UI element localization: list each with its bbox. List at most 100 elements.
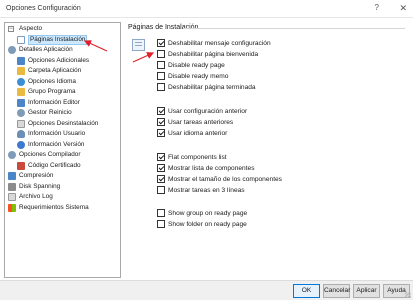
group-icon — [17, 88, 25, 97]
checkbox-label: Deshabilitar página terminada — [168, 83, 256, 91]
tree-item-disk-spanning[interactable]: Disk Spanning — [8, 182, 60, 192]
tree-item-label: Páginas Instalación — [28, 34, 88, 45]
tree-item-label: Detalles Aplicación — [19, 46, 73, 53]
tree-item-label: Requerimientos Sistema — [19, 203, 89, 211]
tree-item-carpeta-aplicacion[interactable]: Carpeta Aplicación — [17, 66, 81, 76]
tree-item-label: Información Versión — [28, 140, 85, 148]
tree-item-label: Opciones Adicionales — [28, 56, 90, 64]
checkbox-use-previous-language[interactable]: Usar idioma anterior — [157, 128, 227, 138]
checkbox-label: Show group on ready page — [168, 209, 248, 217]
checkbox-box[interactable] — [157, 153, 165, 161]
cancel-button[interactable]: Cancelar — [323, 284, 350, 298]
checkbox-show-components-list[interactable]: Mostrar lista de componentes — [157, 163, 255, 173]
checkbox-box[interactable] — [157, 107, 165, 115]
tree-item-codigo-certificado[interactable]: Código Certificado — [17, 161, 81, 171]
window-title: Opciones Configuración — [6, 5, 81, 12]
checkbox-box[interactable] — [157, 175, 165, 183]
tree-item-label: Disk Spanning — [19, 182, 61, 190]
tree-item-label: Archivo Log — [19, 193, 53, 200]
tree-item-label: Información Usuario — [28, 130, 86, 137]
checkbox-label: Show folder on ready page — [168, 220, 247, 228]
tree-item-paginas-instalacion[interactable]: Páginas Instalación — [17, 34, 88, 45]
checkbox-box[interactable] — [157, 83, 165, 91]
tree-item-detalles-aplicacion[interactable]: Detalles Aplicación — [8, 45, 73, 55]
tree-item-compresion[interactable]: Compresión — [8, 171, 53, 181]
tree-item-label: Gestor Reinicio — [28, 109, 72, 116]
gear-icon — [8, 46, 16, 55]
checkbox-disable-ready-page[interactable]: Disable ready page — [157, 60, 225, 70]
checkbox-box[interactable] — [157, 118, 165, 126]
checkbox-box[interactable] — [157, 61, 165, 69]
checkbox-label: Deshabilitar mensaje configuración — [168, 39, 271, 47]
checkbox-box[interactable] — [157, 72, 165, 80]
editor-icon — [17, 98, 25, 107]
checkbox-label: Usar tareas anteriores — [168, 118, 234, 126]
tree-item-label: Aspecto — [19, 25, 43, 32]
tree-item-label: Información Editor — [28, 98, 80, 106]
checkbox-box[interactable] — [157, 164, 165, 172]
checkbox-show-tasks-3-lines[interactable]: Mostrar tareas en 3 líneas — [157, 185, 245, 195]
tree-item-label: Opciones Idioma — [28, 77, 76, 85]
resize-grip[interactable] — [405, 292, 411, 298]
checkbox-disable-welcome-page[interactable]: Deshabilitar página bienvenida — [157, 49, 258, 59]
disk-icon — [8, 182, 16, 191]
log-icon — [8, 193, 16, 202]
tree-item-informacion-editor[interactable]: Información Editor — [17, 98, 80, 108]
tree-item-label: Grupo Programa — [28, 88, 76, 95]
certificate-icon — [17, 161, 25, 170]
restart-icon — [17, 109, 25, 118]
close-icon[interactable]: ✕ — [399, 3, 407, 14]
installer-pages-icon — [132, 39, 145, 51]
ok-button[interactable]: OK — [293, 284, 320, 298]
help-icon[interactable]: ? — [375, 3, 379, 12]
button-bar: OK Cancelar Aplicar Ayuda — [0, 280, 413, 300]
checkbox-box[interactable] — [157, 50, 165, 58]
tree-item-opciones-compilador[interactable]: Opciones Compilador — [8, 150, 80, 160]
checkbox-disable-ready-memo[interactable]: Disable ready memo — [157, 71, 228, 81]
tree-item-informacion-usuario[interactable]: Información Usuario — [17, 129, 85, 139]
checkbox-box[interactable] — [157, 220, 165, 228]
checkbox-disable-config-message[interactable]: Deshabilitar mensaje configuración — [157, 38, 271, 48]
checkbox-label: Flat components list — [168, 153, 227, 161]
tree-item-gestor-reinicio[interactable]: Gestor Reinicio — [17, 108, 72, 118]
checkbox-box[interactable] — [157, 129, 165, 137]
tree-item-grupo-programa[interactable]: Grupo Programa — [17, 87, 76, 97]
panel-divider — [183, 28, 405, 29]
checkbox-label: Mostrar el tamaño de los componentes — [168, 175, 282, 183]
folder-icon — [17, 67, 25, 76]
checkbox-flat-components-list[interactable]: Flat components list — [157, 152, 227, 162]
checkbox-label: Disable ready memo — [168, 72, 229, 80]
checkbox-use-previous-config[interactable]: Usar configuración anterior — [157, 106, 247, 116]
checkbox-box[interactable] — [157, 39, 165, 47]
checkbox-show-folder-ready-page[interactable]: Show folder on ready page — [157, 219, 247, 229]
page-icon — [17, 35, 25, 44]
windows-icon — [8, 203, 16, 212]
options-icon — [17, 56, 25, 65]
tree-item-label: Carpeta Aplicación — [28, 67, 82, 74]
checkbox-show-group-ready-page[interactable]: Show group on ready page — [157, 208, 247, 218]
tree-item-label: Compresión — [19, 172, 54, 179]
tree-item-opciones-idioma[interactable]: Opciones Idioma — [17, 77, 76, 87]
tree-item-requerimientos-sistema[interactable]: Requerimientos Sistema — [8, 203, 89, 213]
tree-item-label: Opciones Compilador — [19, 151, 81, 158]
checkbox-use-previous-tasks[interactable]: Usar tareas anteriores — [157, 117, 233, 127]
settings-tree[interactable]: − Aspecto Páginas Instalación Detalles A… — [4, 22, 121, 278]
tree-item-opciones-adicionales[interactable]: Opciones Adicionales — [17, 56, 89, 66]
checkbox-label: Deshabilitar página bienvenida — [168, 50, 259, 58]
checkbox-show-components-size[interactable]: Mostrar el tamaño de los componentes — [157, 174, 282, 184]
checkbox-label: Usar configuración anterior — [168, 107, 248, 115]
compression-icon — [8, 172, 16, 181]
checkbox-disable-finished-page[interactable]: Deshabilitar página terminada — [157, 82, 256, 92]
globe-icon — [17, 77, 25, 86]
tree-item-archivo-log[interactable]: Archivo Log — [8, 192, 53, 202]
checkbox-box[interactable] — [157, 209, 165, 217]
apply-button[interactable]: Aplicar — [353, 284, 380, 298]
tree-item-aspecto[interactable]: Aspecto — [8, 24, 42, 34]
tree-item-opciones-desinstalacion[interactable]: Opciones Desinstalación — [17, 119, 98, 129]
options-panel: Páginas de Instalación Deshabilitar mens… — [125, 22, 410, 278]
uninstall-icon — [17, 119, 25, 128]
version-icon — [17, 140, 25, 149]
tree-item-informacion-version[interactable]: Información Versión — [17, 140, 84, 150]
dialog-body: − Aspecto Páginas Instalación Detalles A… — [0, 18, 413, 280]
checkbox-box[interactable] — [157, 186, 165, 194]
